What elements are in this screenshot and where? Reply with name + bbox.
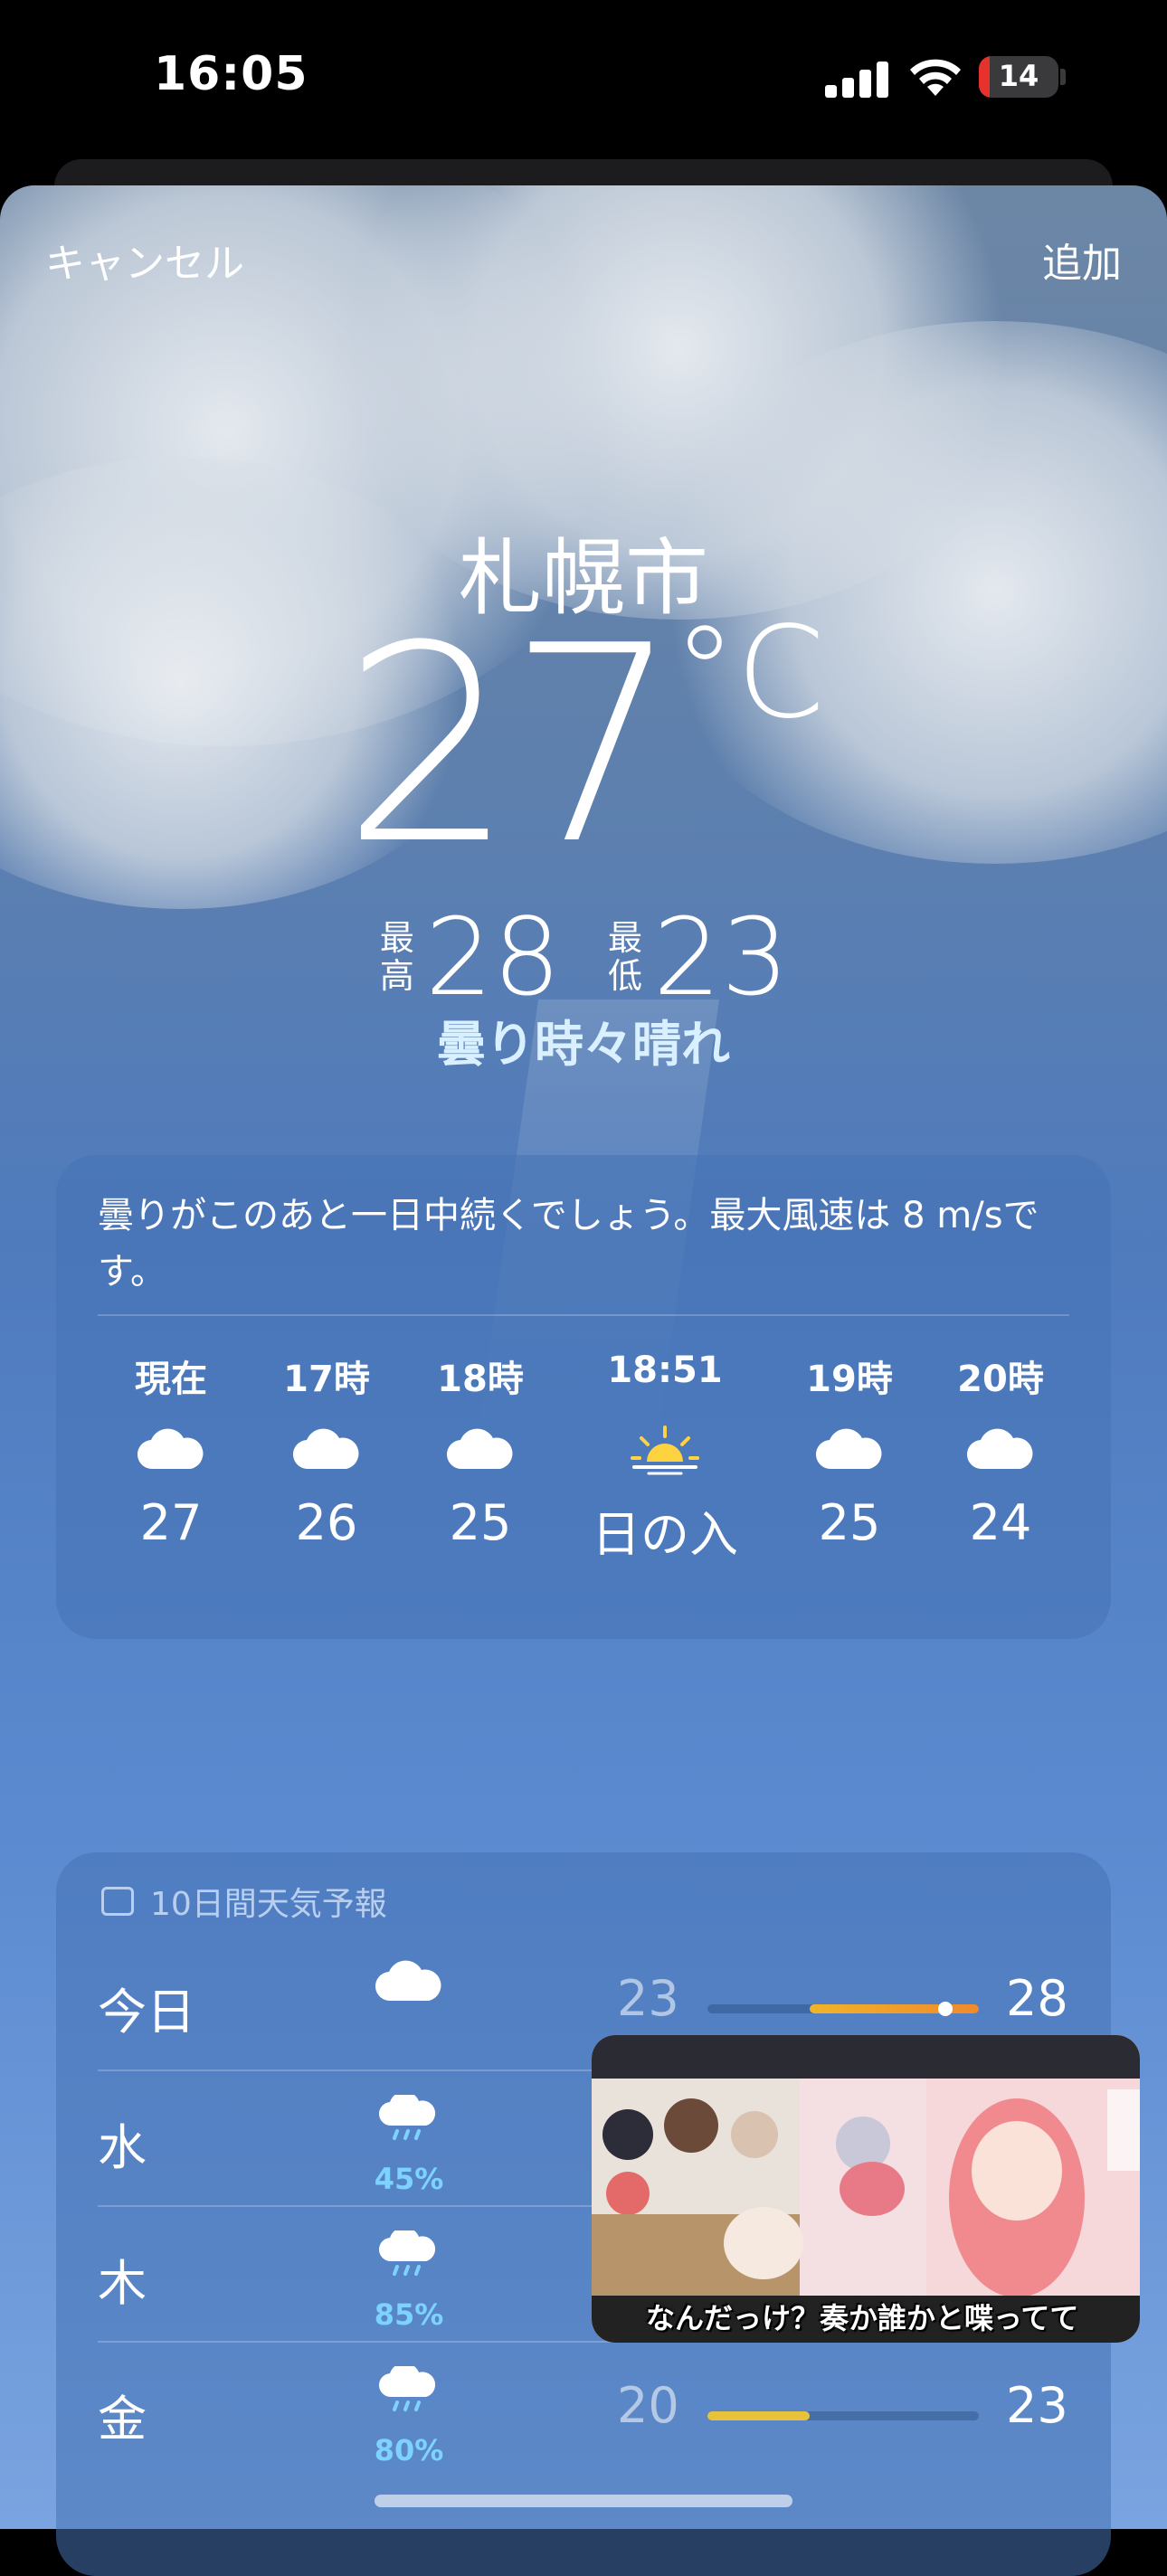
hourly-item: 19時 25 xyxy=(768,1350,931,1551)
temperature-range-fill xyxy=(707,2411,810,2420)
low-value: 23 xyxy=(653,894,790,1019)
cloud-icon xyxy=(768,1404,931,1494)
temperature-range-fill xyxy=(809,2004,979,2013)
status-bar: 16:05 14 xyxy=(0,0,1167,158)
condition-text: 曇り時々晴れ xyxy=(437,1016,730,1073)
hourly-item: 18:51 日の入 xyxy=(584,1350,746,1566)
forecast-day: 今日 xyxy=(98,1984,195,2041)
rain-icon: 80% xyxy=(359,2363,459,2467)
hour-value: 27 xyxy=(139,1494,203,1551)
cellular-signal-icon xyxy=(825,60,888,98)
forecast-day: 金 xyxy=(98,2391,147,2448)
cloud-icon xyxy=(359,1959,459,2059)
precip-chance: 80% xyxy=(374,2433,444,2467)
forecast-title: 10日間天気予報 xyxy=(150,1886,387,1923)
forecast-summary: 曇りがこのあと一日中続くでしょう。最大風速は 8 m/sです。 xyxy=(98,1195,1039,1293)
status-time: 16:05 xyxy=(154,47,308,101)
forecast-day: 水 xyxy=(98,2119,147,2176)
low-label: 最低 xyxy=(607,917,642,996)
forecast-row[interactable]: 金 80% 20 23 xyxy=(56,2341,1111,2477)
temperature-value: 27 xyxy=(342,588,680,904)
hourly-item: 17時 26 xyxy=(245,1350,408,1551)
hour-label: 18時 xyxy=(437,1359,524,1400)
hour-value: 25 xyxy=(818,1494,881,1551)
cancel-button[interactable]: キャンセル xyxy=(45,231,244,289)
battery-level: 14 xyxy=(998,59,1039,93)
precip-chance: 85% xyxy=(374,2297,444,2332)
rain-icon: 85% xyxy=(359,2227,459,2332)
hour-label: 18:51 xyxy=(607,1350,723,1391)
hourly-item: 現在 27 xyxy=(90,1350,252,1551)
hour-label: 現在 xyxy=(135,1359,207,1400)
temperature-range-bar xyxy=(707,2411,979,2420)
hourly-forecast-card[interactable]: 曇りがこのあと一日中続くでしょう。最大風速は 8 m/sです。 現在 27 17時 2… xyxy=(56,1155,1111,1639)
divider xyxy=(98,1314,1069,1316)
hour-value: 24 xyxy=(969,1494,1032,1551)
temperature-range-bar xyxy=(707,2002,979,2016)
cloud-icon xyxy=(919,1404,1082,1494)
forecast-low: 23 xyxy=(617,1970,679,2027)
forecast-day: 木 xyxy=(98,2255,147,2312)
hour-label: 19時 xyxy=(806,1359,893,1400)
wifi-icon xyxy=(910,59,961,96)
battery-tip xyxy=(1060,69,1066,85)
current-temperature: 27°C xyxy=(0,611,1167,882)
home-indicator[interactable] xyxy=(375,2495,792,2507)
forecast-low: 20 xyxy=(617,2377,679,2434)
cloud-icon xyxy=(90,1404,252,1494)
rain-icon: 45% xyxy=(359,2091,459,2196)
forecast-high: 23 xyxy=(1006,2377,1068,2434)
sunset-icon xyxy=(584,1404,746,1494)
hour-value: 日の入 xyxy=(592,1506,738,1563)
hour-value: 26 xyxy=(295,1494,358,1551)
add-button[interactable]: 追加 xyxy=(1042,231,1122,289)
calendar-icon xyxy=(101,1887,134,1916)
hourly-item: 18時 25 xyxy=(399,1350,562,1551)
high-value: 28 xyxy=(424,894,561,1019)
precip-chance: 45% xyxy=(374,2162,444,2196)
current-temp-dot xyxy=(937,2002,953,2016)
forecast-high: 28 xyxy=(1006,1970,1068,2027)
picture-in-picture-video[interactable]: なんだっけ？奏か誰かと喋ってて xyxy=(592,2035,1140,2343)
high-label: 最高 xyxy=(379,917,414,996)
video-caption: なんだっけ？奏か誰かと喋ってて xyxy=(646,2301,1079,2335)
high-low: 最高 28 最低 23 xyxy=(0,886,1167,1019)
cloud-icon xyxy=(245,1404,408,1494)
hour-value: 25 xyxy=(449,1494,512,1551)
hour-label: 17時 xyxy=(283,1359,370,1400)
cloud-icon xyxy=(399,1404,562,1494)
temperature-unit: °C xyxy=(672,600,825,747)
hourly-item: 20時 24 xyxy=(919,1350,1082,1551)
hour-label: 20時 xyxy=(957,1359,1044,1400)
battery-icon: 14 xyxy=(979,56,1058,98)
